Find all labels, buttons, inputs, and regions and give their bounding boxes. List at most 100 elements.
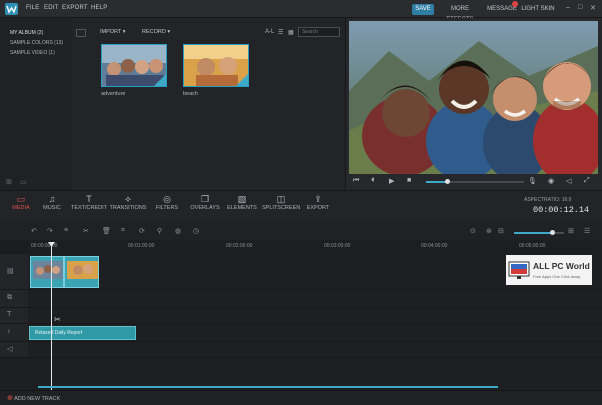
timeline-menu-icon[interactable]: ☰ [584, 227, 590, 235]
tool-overlays[interactable]: ❐ OVERLAYS [190, 194, 220, 211]
timeline-zoom-slider[interactable] [514, 230, 564, 235]
grid-view-icon[interactable]: ▦ [288, 29, 294, 36]
menu-help[interactable]: HELP [91, 5, 107, 11]
aspect-ratio-selector[interactable]: ASPECTRATIO: 16:9 [524, 197, 571, 203]
minimize-icon[interactable]: – [566, 4, 570, 11]
add-new-track-label: ADD NEW TRACK [14, 396, 61, 402]
more-effects-button[interactable]: MORE EFFECTS [438, 4, 482, 23]
record-dropdown[interactable]: RECORD ▾ [142, 29, 170, 35]
redo-icon[interactable]: ↷ [47, 227, 53, 235]
add-folder-icon[interactable]: ⊞ [6, 178, 12, 186]
media-thumbnail-adventure[interactable] [101, 44, 167, 87]
export-icon: ⇪ [314, 194, 322, 204]
audio-clip[interactable]: Relaxed Daily Report [29, 326, 136, 340]
video-clip-beach[interactable] [64, 256, 99, 288]
overlays-icon: ❐ [200, 194, 210, 204]
video-track-icon: ▤ [7, 268, 14, 275]
tool-filters[interactable]: ◎ FILTERS [154, 194, 180, 211]
close-icon[interactable]: ✕ [590, 4, 596, 12]
tool-transitions[interactable]: ⟡ TRANSITIONS [108, 194, 148, 211]
stop-icon[interactable]: ■ [407, 177, 411, 184]
undo-icon[interactable]: ↶ [31, 227, 37, 235]
import-label: IMPORT [100, 29, 122, 35]
text-track-header: T [0, 308, 28, 324]
menu-edit[interactable]: EDIT [44, 5, 58, 11]
fullscreen-icon[interactable]: ⤢ [584, 177, 590, 185]
tool-text-credit[interactable]: T TEXT/CREDIT [70, 194, 108, 211]
skip-back-icon[interactable]: ⏮ [353, 177, 359, 185]
step-back-icon[interactable]: ⏴ [371, 177, 375, 185]
folder-icon[interactable]: ▭ [20, 178, 27, 186]
tool-splitscreen-label: SPLITSCREEN [262, 205, 301, 211]
tool-splitscreen[interactable]: ◫ SPLITSCREEN [262, 194, 300, 211]
notification-badge [512, 1, 518, 7]
audio-clip-label: Relaxed Daily Report [35, 330, 83, 336]
menu-export[interactable]: EXPORT [62, 5, 88, 11]
timeline-ruler[interactable] [28, 240, 602, 254]
ruler-tick: 00:01:00:00 [128, 243, 155, 249]
tool-media-label: MEDIA [12, 205, 30, 211]
zoom-tool-icon[interactable]: ⚲ [157, 227, 162, 235]
voice-track[interactable] [28, 342, 602, 358]
save-button[interactable]: SAVE [412, 4, 434, 15]
list-view-icon[interactable]: ☰ [278, 29, 283, 36]
light-skin-button[interactable]: LIGHT SKIN [521, 4, 555, 15]
cut-icon[interactable]: ✂ [83, 227, 89, 235]
mask-icon[interactable]: ◍ [175, 227, 181, 235]
split-marker-icon[interactable]: ✂ [54, 315, 61, 324]
media-thumbnail-beach[interactable] [183, 44, 249, 87]
rotate-icon[interactable]: ⟳ [139, 227, 145, 235]
crop-icon[interactable]: ⌗ [121, 227, 125, 235]
playback-progress-handle[interactable] [444, 179, 450, 184]
delete-icon[interactable]: 🗑 [102, 227, 111, 235]
sidebar-item-sample-video[interactable]: SAMPLE VIDEO (1) [10, 50, 55, 56]
tool-export-label: EXPORT [306, 205, 330, 211]
settings-icon[interactable]: ≡ [64, 227, 68, 234]
sidebar-item-my-album[interactable]: MY ALBUM (2) [10, 30, 43, 36]
add-new-track-button[interactable]: ⊕ ADD NEW TRACK [7, 394, 60, 402]
watermark-logo-icon [508, 261, 530, 279]
video-track-header: ▤ [0, 254, 28, 290]
plus-circle-icon: ⊕ [7, 395, 13, 402]
tool-media[interactable]: ▭ MEDIA [8, 194, 34, 211]
record-label: RECORD [142, 29, 166, 35]
import-dropdown[interactable]: IMPORT ▾ [100, 29, 126, 35]
pip-track[interactable] [28, 290, 602, 308]
timeline-footer [0, 390, 602, 405]
timeline-zoom-handle[interactable] [550, 230, 555, 235]
sort-filter-button[interactable]: A-L [265, 29, 274, 35]
snapshot-icon[interactable]: ◉ [548, 177, 554, 185]
zoom-in-icon[interactable]: ⊞ [568, 227, 574, 235]
playhead[interactable] [51, 244, 52, 390]
pip-track-icon: ⧉ [7, 294, 12, 301]
search-input[interactable]: Search [298, 27, 340, 37]
chevron-down-icon: ▾ [167, 29, 171, 35]
collapse-sidebar-button[interactable] [76, 29, 86, 37]
text-icon: T [86, 194, 92, 204]
playback-progress-fill [426, 181, 447, 183]
voiceover-icon[interactable]: ⊛ [486, 227, 492, 235]
play-icon[interactable]: ▶ [389, 177, 394, 185]
tool-music[interactable]: ♫ MUSIC [40, 194, 64, 211]
duration-icon[interactable]: ◷ [193, 227, 199, 235]
pip-track-header: ⧉ [0, 290, 28, 308]
tool-export[interactable]: ⇪ EXPORT [304, 194, 332, 211]
video-clip-adventure[interactable] [30, 256, 64, 288]
preview-frame-image [349, 21, 598, 174]
elements-icon: ▧ [237, 194, 247, 204]
microphone-icon[interactable]: 🎙 [528, 177, 537, 185]
folder-icon: ▭ [16, 194, 26, 204]
render-icon[interactable]: ⊙ [470, 227, 476, 235]
zoom-out-icon[interactable]: ⊟ [498, 227, 504, 235]
maximize-icon[interactable]: □ [578, 4, 582, 11]
volume-icon[interactable]: ◁ [566, 177, 571, 185]
timeline-horizontal-scrollbar[interactable] [38, 386, 498, 388]
app-logo-icon [5, 3, 18, 15]
preview-video [349, 21, 598, 174]
playback-progress-bar[interactable] [426, 179, 524, 184]
text-track[interactable] [28, 308, 602, 324]
sidebar-item-sample-colors[interactable]: SAMPLE COLORS (13) [10, 40, 63, 46]
tool-transitions-label: TRANSITIONS [109, 205, 147, 211]
tool-elements[interactable]: ▧ ELEMENTS [226, 194, 258, 211]
menu-file[interactable]: FILE [26, 5, 39, 11]
